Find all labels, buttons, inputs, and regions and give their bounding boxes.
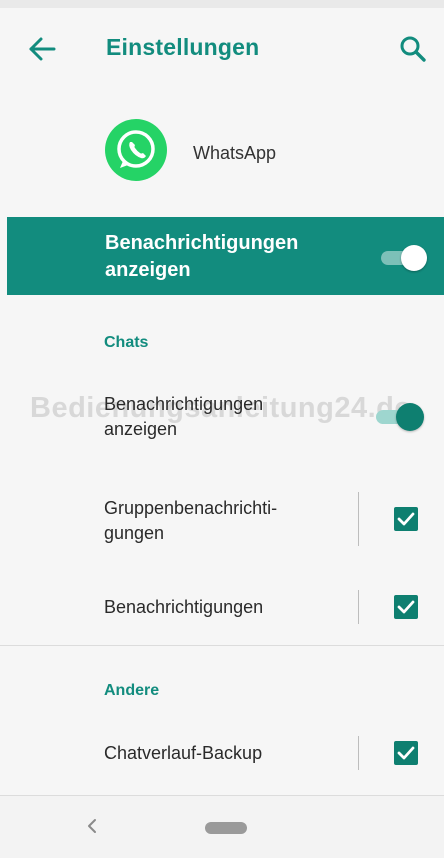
- row-label: Benachrichtigungen anzeigen: [104, 392, 263, 442]
- app-info-row: WhatsApp: [0, 112, 444, 192]
- row-label-line2: anzeigen: [104, 419, 178, 439]
- system-nav-bar: [0, 796, 444, 858]
- checkmark-icon: [397, 600, 415, 614]
- vertical-divider: [358, 590, 359, 624]
- section-header-chats: Chats: [104, 334, 149, 351]
- nav-back-chevron-icon[interactable]: [82, 814, 102, 838]
- search-icon[interactable]: [398, 34, 428, 64]
- notifications-checkbox[interactable]: [394, 595, 418, 619]
- checkmark-icon: [397, 746, 415, 760]
- switch-thumb: [401, 245, 427, 271]
- group-notifications-checkbox[interactable]: [394, 507, 418, 531]
- switch-thumb: [396, 403, 424, 431]
- whatsapp-logo-icon: [104, 118, 168, 182]
- row-label: Chatverlauf-Backup: [104, 743, 263, 763]
- row-label-line1: Gruppenbenachrichti-: [104, 498, 278, 518]
- vertical-divider: [358, 492, 359, 546]
- row-label-line1: Benachrichtigungen: [104, 394, 264, 414]
- app-bar: Einstellungen: [0, 8, 444, 90]
- master-toggle-switch[interactable]: [379, 245, 431, 271]
- row-label: Benachrichtigungen: [104, 597, 264, 617]
- master-toggle-label-line2: anzeigen: [105, 259, 191, 281]
- section-header-other: Andere: [104, 682, 160, 699]
- app-name: WhatsApp: [193, 143, 277, 163]
- arrow-left-icon[interactable]: [26, 32, 60, 66]
- master-toggle-label: Benachrichtigungen anzeigen: [105, 230, 355, 284]
- notifications-row[interactable]: Benachrichtigungen: [0, 590, 444, 624]
- row-label: Gruppenbenachrichti- gungen: [104, 496, 277, 546]
- master-toggle-label-line1: Benachrichtigungen: [105, 232, 299, 254]
- status-bar-strip: [0, 0, 444, 8]
- page-title: Einstellungen: [106, 34, 260, 60]
- row-label-line2: gungen: [104, 523, 165, 543]
- chats-notifications-switch[interactable]: [374, 402, 428, 432]
- vertical-divider: [358, 736, 359, 770]
- checkmark-icon: [397, 512, 415, 526]
- chats-show-notifications-row[interactable]: Benachrichtigungen anzeigen: [0, 392, 444, 452]
- group-notifications-row[interactable]: Gruppenbenachrichti- gungen: [0, 492, 444, 552]
- chat-backup-row[interactable]: Chatverlauf-Backup: [0, 736, 444, 770]
- nav-home-pill-icon[interactable]: [205, 822, 247, 834]
- master-notifications-toggle-row[interactable]: Benachrichtigungen anzeigen: [7, 217, 444, 295]
- chat-backup-checkbox[interactable]: [394, 741, 418, 765]
- section-divider: [0, 645, 444, 646]
